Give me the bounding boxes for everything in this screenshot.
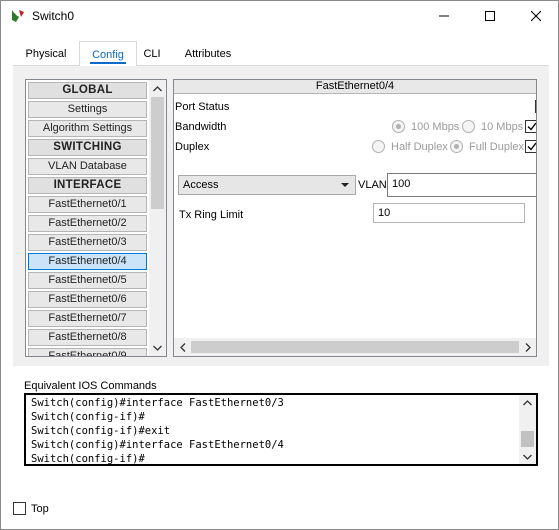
sidebar-item-fastethernet0-4[interactable]: FastEthernet0/4	[28, 253, 147, 270]
chevron-down-icon	[523, 454, 532, 460]
ios-commands-text: Switch(config)#interface FastEthernet0/3…	[31, 396, 519, 466]
scroll-right-button[interactable]	[519, 338, 536, 356]
sidebar-header-interface: INTERFACE	[28, 177, 147, 194]
dropdown-arrow-icon	[341, 183, 349, 187]
tx-ring-limit-input[interactable]: 10	[373, 203, 525, 223]
sidebar-header-switching: SWITCHING	[28, 139, 147, 156]
sidebar-item-fastethernet0-7[interactable]: FastEthernet0/7	[28, 310, 147, 327]
chevron-up-icon	[523, 399, 532, 405]
close-icon	[531, 11, 541, 21]
interface-config-pane: FastEthernet0/4 Port Status Bandwidth 10…	[173, 79, 537, 357]
duplex-half-label: Half Duplex	[391, 141, 448, 153]
title-bar: Switch0	[1, 1, 558, 31]
tab-cli[interactable]: CLI	[137, 43, 167, 67]
config-hscrollbar[interactable]	[174, 338, 536, 356]
close-button[interactable]	[513, 1, 559, 31]
sidebar-item-vlan-database[interactable]: VLAN Database	[28, 158, 147, 175]
port-mode-select[interactable]: Access	[178, 175, 356, 195]
chevron-right-icon	[525, 342, 531, 352]
tx-ring-limit-label: Tx Ring Limit	[179, 209, 244, 221]
top-label: Top	[31, 503, 49, 515]
duplex-half-radio[interactable]	[372, 140, 385, 153]
sidebar-item-fastethernet0-3[interactable]: FastEthernet0/3	[28, 234, 147, 251]
checkmark-icon	[527, 142, 536, 151]
scroll-down-button[interactable]	[149, 339, 166, 356]
interface-title: FastEthernet0/4	[174, 80, 536, 94]
scroll-left-button[interactable]	[174, 338, 191, 356]
port-mode-value: Access	[183, 179, 219, 191]
ios-scroll-down-button[interactable]	[519, 449, 536, 464]
settings-list-items: GLOBAL Settings Algorithm Settings SWITCHIN…	[26, 80, 149, 356]
sidebar-item-fastethernet0-1[interactable]: FastEthernet0/1	[28, 196, 147, 213]
vlan-label: VLAN	[358, 179, 387, 191]
ios-command-line: Switch(config)#interface FastEthernet0/4	[31, 439, 284, 451]
ios-scroll-thumb[interactable]	[521, 431, 534, 447]
sidebar-item-fastethernet0-6[interactable]: FastEthernet0/6	[28, 291, 147, 308]
bandwidth-100-label: 100 Mbps	[411, 121, 460, 133]
switch-config-window: Switch0 Physical Config CLI Attributes G…	[0, 0, 559, 530]
sidebar-item-fastethernet0-2[interactable]: FastEthernet0/2	[28, 215, 147, 232]
settings-list: GLOBAL Settings Algorithm Settings SWITCHIN…	[25, 79, 167, 357]
ios-commands-box[interactable]: Switch(config)#interface FastEthernet0/3…	[24, 393, 538, 466]
sidebar-item-fastethernet0-9[interactable]: FastEthernet0/9	[28, 348, 147, 356]
checkmark-icon	[527, 122, 536, 131]
ios-scrollbar[interactable]	[519, 395, 536, 464]
sidebar-item-settings[interactable]: Settings	[28, 101, 147, 118]
ios-command-line: Switch(config)#interface FastEthernet0/3	[31, 397, 284, 409]
switch-app-icon	[12, 10, 24, 22]
chevron-left-icon	[179, 342, 185, 352]
window-title: Switch0	[32, 9, 75, 23]
sidebar-header-global: GLOBAL	[28, 82, 147, 99]
bandwidth-10-label: 10 Mbps	[481, 121, 524, 133]
tab-config-label: Config	[90, 49, 126, 64]
chevron-down-icon	[153, 345, 162, 351]
duplex-full-radio[interactable]	[450, 140, 463, 153]
duplex-auto-checkbox[interactable]	[525, 140, 536, 153]
list-scrollbar[interactable]	[149, 80, 166, 356]
tab-attributes[interactable]: Attributes	[173, 43, 243, 67]
sidebar-item-fastethernet0-8[interactable]: FastEthernet0/8	[28, 329, 147, 346]
list-scroll-thumb[interactable]	[151, 97, 164, 209]
sidebar-item-fastethernet0-5[interactable]: FastEthernet0/5	[28, 272, 147, 289]
ios-command-line: Switch(config-if)#	[31, 453, 145, 465]
maximize-button[interactable]	[467, 1, 513, 31]
scroll-up-button[interactable]	[149, 80, 166, 97]
top-checkbox[interactable]	[13, 502, 26, 515]
minimize-icon	[439, 15, 449, 17]
vlan-input[interactable]: 100	[387, 173, 536, 197]
hscroll-thumb[interactable]	[191, 341, 519, 353]
tab-strip: Physical Config CLI Attributes	[13, 41, 549, 67]
duplex-label: Duplex	[175, 141, 210, 153]
port-status-label: Port Status	[175, 101, 230, 113]
tab-config[interactable]: Config	[79, 41, 137, 66]
maximize-icon	[485, 11, 495, 21]
bandwidth-10-radio[interactable]	[462, 120, 475, 133]
bandwidth-label: Bandwidth	[175, 121, 227, 133]
sidebar-item-algorithm-settings[interactable]: Algorithm Settings	[28, 120, 147, 137]
port-status-checkbox[interactable]	[535, 100, 536, 113]
tab-physical[interactable]: Physical	[13, 43, 79, 67]
chevron-up-icon	[153, 85, 162, 91]
duplex-full-label: Full Duplex	[469, 141, 525, 153]
ios-command-line: Switch(config-if)#exit	[31, 425, 171, 437]
ios-command-line: Switch(config-if)#	[31, 411, 145, 423]
ios-scroll-up-button[interactable]	[519, 395, 536, 410]
ios-commands-label: Equivalent IOS Commands	[24, 380, 157, 392]
config-panel: GLOBAL Settings Algorithm Settings SWITCHIN…	[13, 66, 549, 366]
minimize-button[interactable]	[421, 1, 467, 31]
bandwidth-100-radio[interactable]	[392, 120, 405, 133]
bandwidth-auto-checkbox[interactable]	[525, 120, 536, 133]
